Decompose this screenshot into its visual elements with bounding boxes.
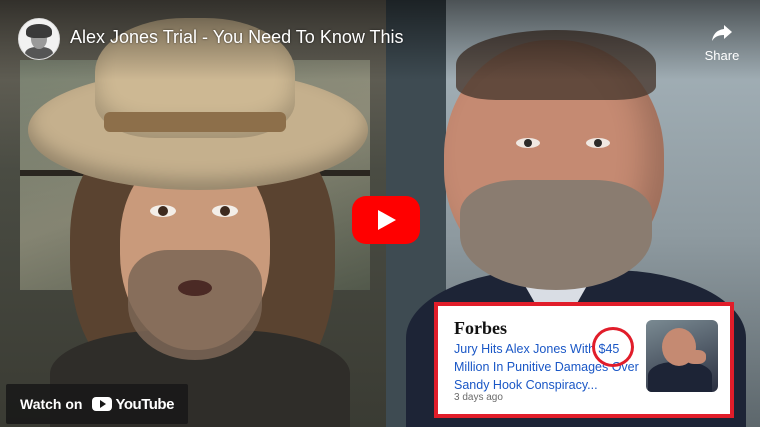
youtube-logo: YouTube: [92, 395, 174, 413]
forbes-timestamp: 3 days ago: [454, 392, 503, 403]
play-icon: [378, 210, 396, 230]
forbes-news-card: Forbes Jury Hits Alex Jones With $45 Mil…: [434, 302, 734, 418]
forbes-article-thumbnail: [646, 320, 718, 392]
youtube-wordmark: YouTube: [115, 395, 174, 413]
youtube-logo-icon: [92, 397, 113, 411]
share-button[interactable]: Share: [698, 20, 746, 63]
video-top-bar: Alex Jones Trial - You Need To Know This…: [0, 0, 760, 80]
watch-on-youtube-button[interactable]: Watch on YouTube: [6, 384, 188, 424]
channel-avatar[interactable]: [18, 18, 60, 60]
forbes-logo: Forbes: [454, 318, 507, 338]
play-button[interactable]: [352, 196, 420, 244]
amount-highlight-circle: [592, 327, 634, 367]
share-arrow-icon: [712, 25, 732, 41]
watch-on-label: Watch on: [20, 396, 83, 412]
video-title[interactable]: Alex Jones Trial - You Need To Know This: [70, 27, 404, 48]
share-label: Share: [704, 48, 740, 63]
youtube-embed[interactable]: Forbes Jury Hits Alex Jones With $45 Mil…: [0, 0, 760, 427]
